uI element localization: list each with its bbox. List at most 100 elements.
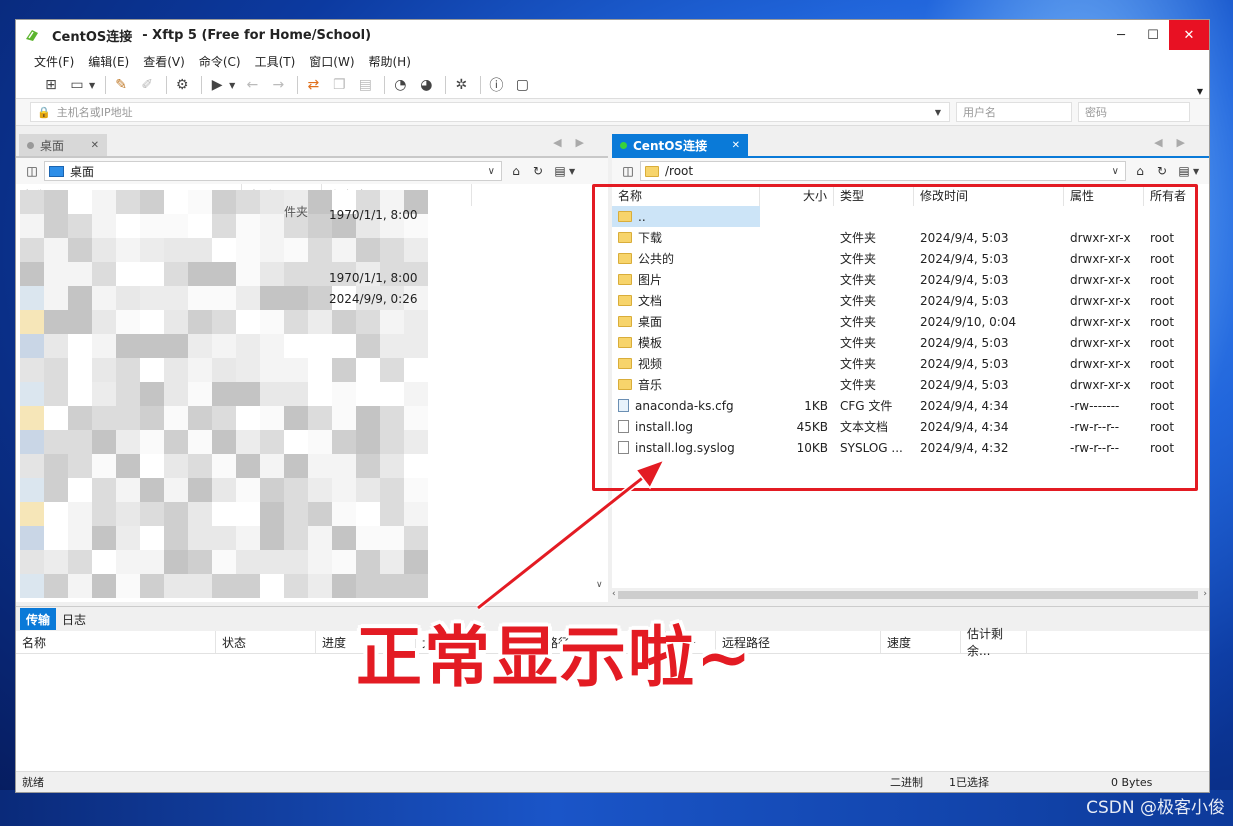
- username-input[interactable]: 用户名: [956, 102, 1072, 122]
- scroll-left-icon[interactable]: ‹: [612, 589, 616, 599]
- mosaic-tile: [332, 238, 356, 262]
- back-icon[interactable]: ←: [241, 75, 263, 95]
- tab-transfer[interactable]: 传输: [20, 608, 57, 630]
- mosaic-tile: [164, 550, 188, 574]
- menu-help[interactable]: 帮助(H): [369, 53, 411, 70]
- mosaic-tile: [116, 262, 140, 286]
- toggle-tree-icon[interactable]: ◫: [22, 162, 42, 180]
- mosaic-tile: [20, 526, 44, 550]
- remote-path-field[interactable]: /root ∨: [640, 161, 1126, 181]
- mosaic-tile: [140, 358, 164, 382]
- up-folder-icon[interactable]: ⌂: [1130, 162, 1150, 180]
- close-button[interactable]: ✕: [1169, 20, 1209, 50]
- toggle-tree-icon[interactable]: ◫: [618, 162, 638, 180]
- tcol-name[interactable]: 名称: [16, 631, 216, 653]
- play-caret-icon[interactable]: ▼: [229, 81, 235, 90]
- folder-icon: [645, 165, 659, 177]
- tab-close-icon[interactable]: ✕: [732, 140, 740, 151]
- mosaic-tile: [44, 574, 68, 598]
- view-mode-icon[interactable]: ▤: [550, 162, 570, 180]
- mosaic-tile: [68, 454, 92, 478]
- mosaic-tile: [404, 358, 428, 382]
- mosaic-tile: [188, 430, 212, 454]
- mosaic-tile: [116, 430, 140, 454]
- new-session-icon[interactable]: ⊞: [40, 75, 62, 95]
- toolbar-overflow-icon[interactable]: ▼: [1197, 87, 1203, 96]
- mosaic-tile: [140, 238, 164, 262]
- menu-command[interactable]: 命令(C): [199, 53, 241, 70]
- chat-icon[interactable]: ▢: [511, 75, 533, 95]
- mosaic-tile: [260, 574, 284, 598]
- remote-hscroll[interactable]: ‹ ›: [612, 588, 1209, 602]
- tab-scroll-arrows[interactable]: ◀▶: [553, 136, 598, 149]
- tcol-status[interactable]: 状态: [216, 631, 316, 653]
- refresh-icon[interactable]: ↻: [528, 162, 548, 180]
- status-ready: 就绪: [22, 776, 44, 789]
- properties-icon[interactable]: ⚙: [171, 75, 193, 95]
- xftp-icon[interactable]: ◕: [415, 75, 437, 95]
- tab-log[interactable]: 日志: [56, 608, 92, 630]
- menu-edit[interactable]: 编辑(E): [88, 53, 129, 70]
- path-dropdown-icon[interactable]: ∨: [488, 166, 495, 177]
- mosaic-tile: [212, 430, 236, 454]
- view-caret-icon[interactable]: ▼: [569, 167, 575, 176]
- hscroll-thumb[interactable]: [618, 591, 1198, 599]
- disconnect-icon[interactable]: ✐: [136, 75, 158, 95]
- tab-close-icon[interactable]: ✕: [91, 140, 99, 151]
- local-pane: 桌面 ✕ ◀▶ ◫ 桌面 ∨ ⌂ ↻ ▤▼ 名称 小 类型 修改: [16, 132, 608, 602]
- mosaic-tile: [68, 502, 92, 526]
- copy-icon[interactable]: ❐: [328, 75, 350, 95]
- help-icon[interactable]: ⓘ: [485, 75, 507, 95]
- mosaic-tile: [212, 310, 236, 334]
- forward-icon[interactable]: →: [267, 75, 289, 95]
- connect-icon[interactable]: ✎: [110, 75, 132, 95]
- password-input[interactable]: 密码: [1078, 102, 1190, 122]
- transfer-icon[interactable]: ⇄: [302, 75, 324, 95]
- view-caret-icon[interactable]: ▼: [1193, 167, 1199, 176]
- open-caret-icon[interactable]: ▼: [89, 81, 95, 90]
- mosaic-tile: [404, 454, 428, 478]
- mosaic-tile: [308, 382, 332, 406]
- mosaic-tile: [356, 454, 380, 478]
- mosaic-tile: [236, 190, 260, 214]
- mosaic-tile: [188, 526, 212, 550]
- up-folder-icon[interactable]: ⌂: [506, 162, 526, 180]
- menu-tools[interactable]: 工具(T): [255, 53, 296, 70]
- tab-remote-centos[interactable]: CentOS连接 ✕: [612, 134, 748, 156]
- paste-icon[interactable]: ▤: [354, 75, 376, 95]
- xshell-icon[interactable]: ◔: [389, 75, 411, 95]
- menu-file[interactable]: 文件(F): [34, 53, 74, 70]
- view-mode-icon[interactable]: ▤: [1174, 162, 1194, 180]
- play-icon[interactable]: ▶: [206, 75, 228, 95]
- open-folder-icon[interactable]: ▭: [66, 75, 88, 95]
- maximize-button[interactable]: ☐: [1137, 20, 1169, 50]
- menu-view[interactable]: 查看(V): [143, 53, 185, 70]
- mosaic-tile: [308, 502, 332, 526]
- mosaic-tile: [404, 310, 428, 334]
- scroll-right-icon[interactable]: ›: [1203, 589, 1207, 599]
- title-bar[interactable]: CentOS连接 - Xftp 5 (Free for Home/School)…: [16, 20, 1209, 50]
- mosaic-tile: [212, 262, 236, 286]
- mosaic-tile: [332, 502, 356, 526]
- local-path-field[interactable]: 桌面 ∨: [44, 161, 502, 181]
- host-dropdown-icon[interactable]: ▼: [935, 108, 941, 117]
- mosaic-tile: [44, 358, 68, 382]
- tcol-speed[interactable]: 速度: [881, 631, 961, 653]
- mosaic-tile: [188, 454, 212, 478]
- scroll-down-icon[interactable]: ∨: [596, 580, 603, 590]
- mosaic-tile: [356, 526, 380, 550]
- mosaic-tile: [332, 382, 356, 406]
- mosaic-tile: [260, 238, 284, 262]
- minimize-button[interactable]: ─: [1105, 20, 1137, 50]
- path-dropdown-icon[interactable]: ∨: [1112, 166, 1119, 177]
- tcol-eta[interactable]: 估计剩余...: [961, 627, 1027, 658]
- mosaic-tile: [260, 214, 284, 238]
- menu-window[interactable]: 窗口(W): [309, 53, 354, 70]
- settings-icon[interactable]: ✲: [450, 75, 472, 95]
- tab-scroll-arrows[interactable]: ◀▶: [1154, 136, 1199, 149]
- mosaic-tile: [380, 334, 404, 358]
- refresh-icon[interactable]: ↻: [1152, 162, 1172, 180]
- host-input[interactable]: 🔒 主机名或IP地址 ▼: [30, 102, 950, 122]
- mosaic-tile: [236, 238, 260, 262]
- tab-local-desktop[interactable]: 桌面 ✕: [19, 134, 107, 156]
